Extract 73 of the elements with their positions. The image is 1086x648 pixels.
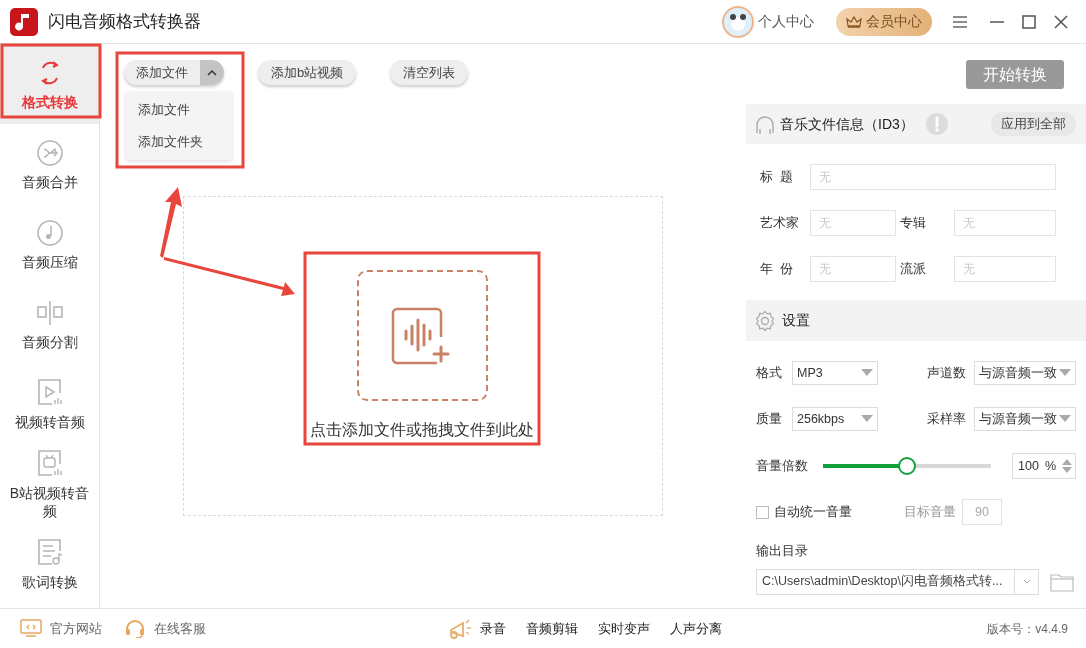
section-title: 音乐文件信息（ID3）: [780, 114, 914, 134]
support-icon: [124, 619, 146, 638]
field-label: 音量倍数: [756, 457, 809, 476]
sidebar-item[interactable]: 音频合并: [0, 124, 99, 204]
add-file-tile[interactable]: [357, 270, 488, 401]
folder-icon: [1050, 571, 1074, 592]
checkbox[interactable]: [756, 505, 769, 519]
info-icon: [925, 113, 948, 135]
caret-icon: [1059, 415, 1071, 423]
merge-icon: [35, 137, 64, 167]
minimize-icon: [990, 20, 1004, 23]
caret-icon: [861, 369, 873, 377]
megaphone-icon: [448, 617, 472, 640]
menu-icon: [952, 14, 968, 29]
field-label: 质量: [756, 410, 783, 429]
dropdown[interactable]: 与源音频一致: [974, 407, 1076, 431]
app-logo-icon: [10, 7, 38, 36]
section-title: 设置: [782, 311, 810, 330]
footer-tool-link[interactable]: 录音: [480, 618, 506, 639]
bilibili-icon: [35, 448, 64, 478]
window-title: 闪电音频格式转换器: [48, 10, 201, 33]
settings-icon: [754, 309, 776, 332]
toolbar-button[interactable]: 添加b站视频: [258, 60, 357, 85]
output-path-field[interactable]: C:\Users\admin\Desktop\闪电音频格式转...: [756, 568, 1039, 595]
dropdown[interactable]: 256kbps: [792, 407, 878, 431]
menu-item[interactable]: 添加文件夹: [126, 126, 232, 158]
compress-icon: [35, 217, 64, 247]
caret-icon: [1059, 369, 1071, 377]
field-label: 年 份: [759, 260, 795, 279]
footer-link[interactable]: 在线客服: [124, 618, 206, 639]
headphones-icon: [754, 113, 776, 135]
website-icon: [20, 619, 42, 638]
footer-tool-link[interactable]: 音频剪辑: [526, 618, 578, 639]
drop-hint: 点击添加文件或拖拽文件到此处: [310, 420, 534, 440]
sidebar-item[interactable]: 音频分割: [0, 284, 99, 364]
video-icon: [35, 377, 64, 407]
maximize-icon: [1022, 14, 1036, 29]
field-label: 专辑: [899, 214, 927, 233]
sidebar-item[interactable]: 音频压缩: [0, 204, 99, 284]
field-label: 目标音量: [904, 503, 956, 522]
field-label: 输出目录: [755, 542, 809, 560]
menu-item[interactable]: 添加文件: [126, 94, 232, 126]
caret-icon: [861, 415, 873, 423]
spinner-arrows-icon: [1062, 459, 1072, 473]
field-label: 声道数: [926, 364, 967, 383]
footer-tool-link[interactable]: 实时变声: [598, 618, 650, 639]
checkbox-label: 自动统一音量: [774, 503, 853, 522]
sidebar-item[interactable]: 歌词转换: [0, 524, 99, 604]
field-label: 格式: [756, 364, 783, 383]
slider-thumb[interactable]: [897, 457, 916, 475]
footer-tool-link[interactable]: 人声分离: [670, 618, 722, 639]
footer-link[interactable]: 官方网站: [20, 618, 102, 639]
field-label: 标 题: [759, 168, 795, 187]
dropdown[interactable]: 与源音频一致: [974, 361, 1076, 385]
close-icon: [1054, 14, 1068, 29]
version-label: 版本号：v4.4.9: [987, 620, 1068, 638]
avatar-icon: [722, 5, 754, 38]
field-label: 采样率: [926, 410, 967, 429]
user-center-link[interactable]: 个人中心: [758, 11, 814, 32]
dropdown[interactable]: MP3: [792, 361, 878, 385]
apply-all-button[interactable]: 应用到全部: [991, 112, 1076, 136]
lyrics-icon: [35, 537, 64, 567]
vip-center-button[interactable]: 会员中心: [836, 7, 932, 36]
volume-spinbox[interactable]: 100 %: [1012, 453, 1076, 479]
sidebar-item[interactable]: B站视频转音频: [0, 444, 99, 524]
caret-up-icon: [207, 69, 217, 76]
field-label: 艺术家: [759, 214, 800, 233]
sidebar-item[interactable]: 视频转音频: [0, 364, 99, 444]
field-label: 流派: [899, 260, 927, 279]
chevron-down-icon: [1022, 579, 1031, 584]
dropdown-toggle[interactable]: [200, 60, 224, 85]
crown-icon: [846, 14, 862, 29]
toolbar-button[interactable]: 清空列表: [390, 60, 469, 85]
